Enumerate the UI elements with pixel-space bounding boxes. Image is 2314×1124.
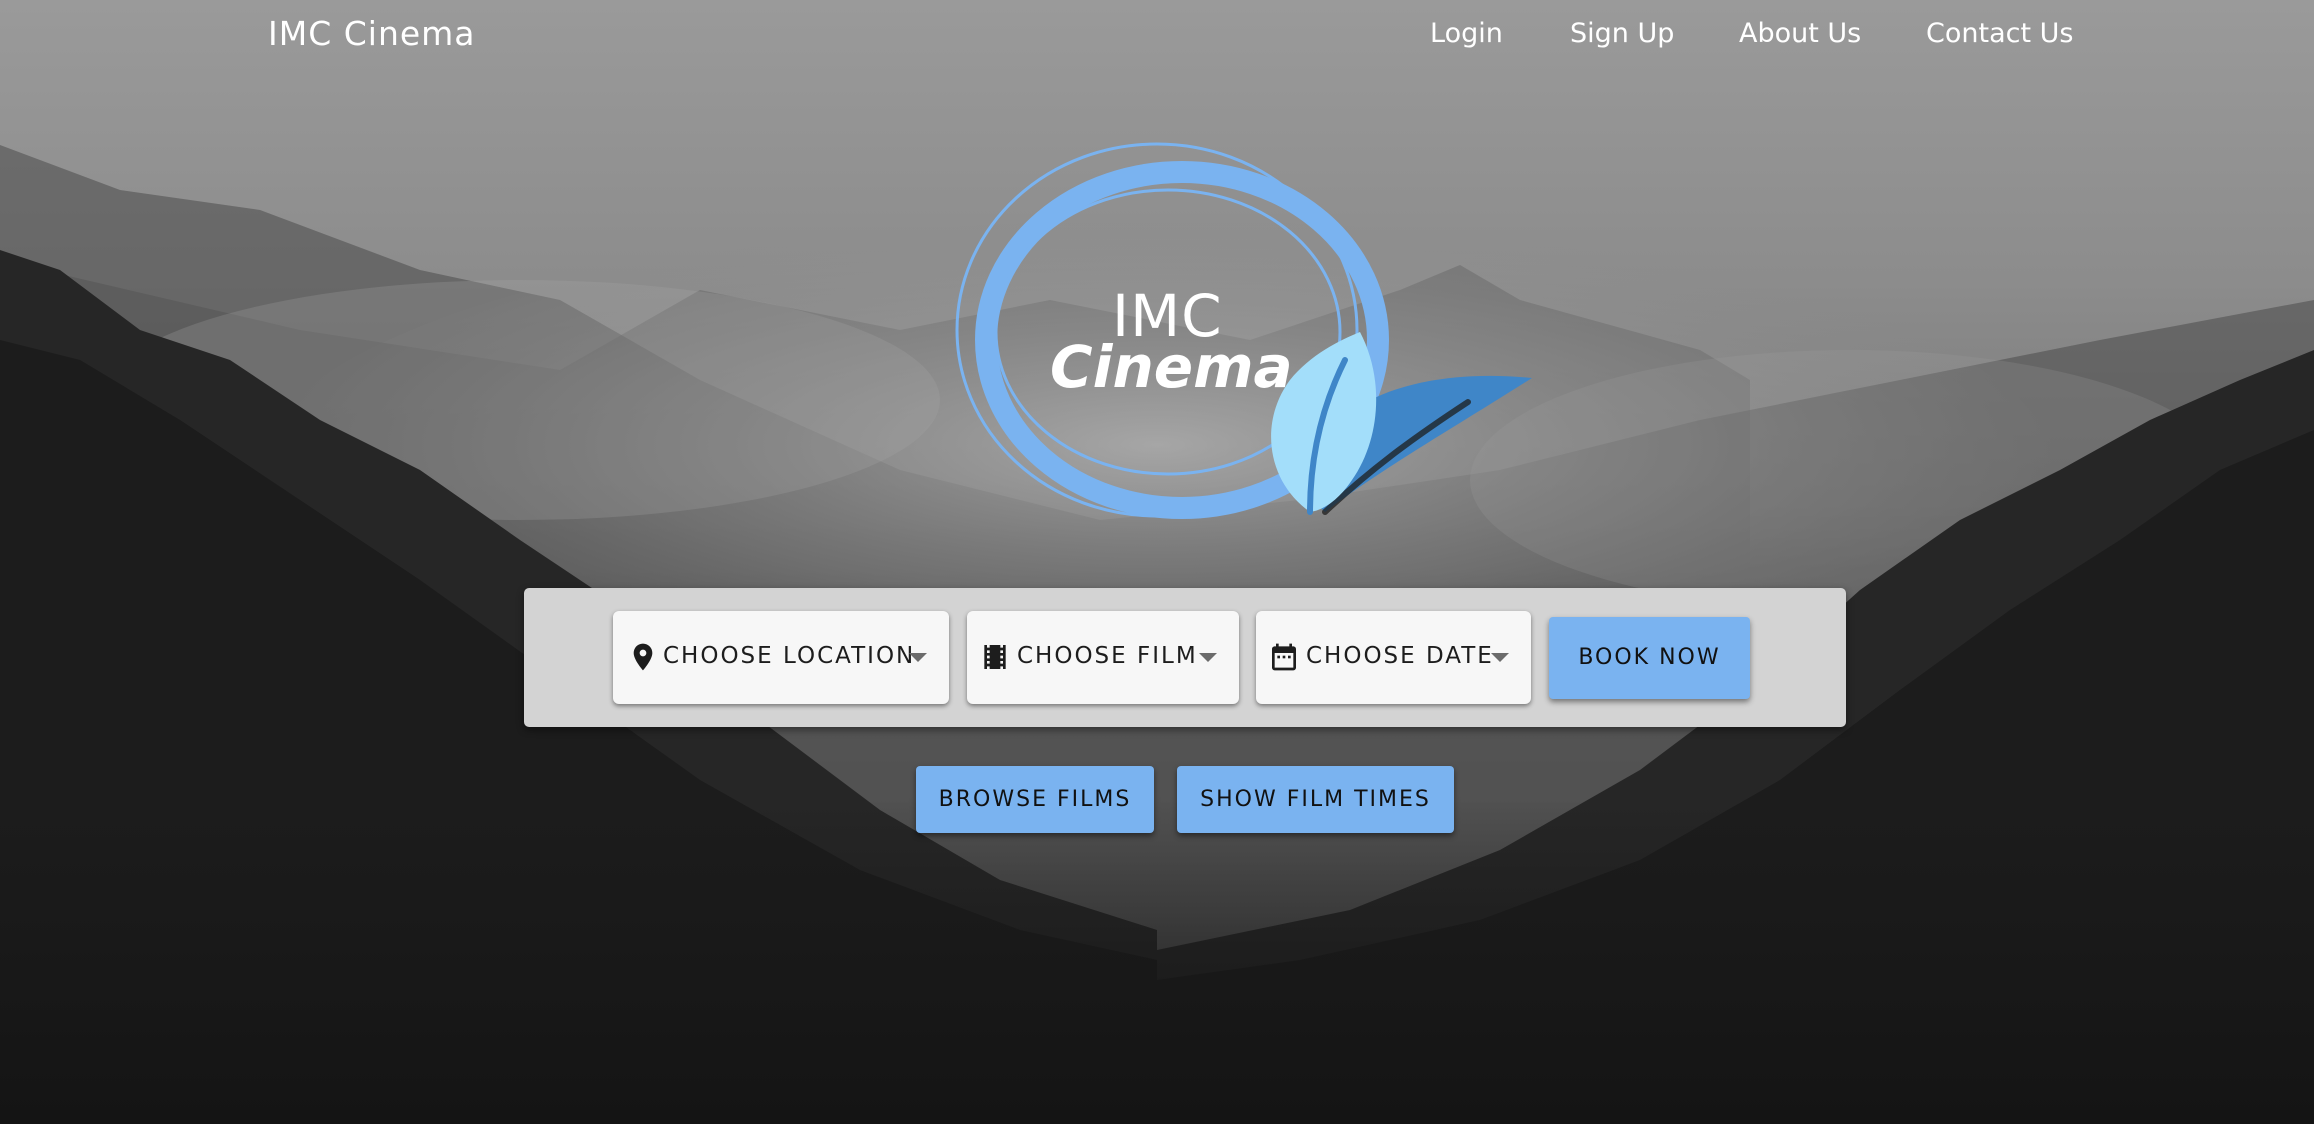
brand-link[interactable]: IMC Cinema (268, 14, 476, 53)
date-select-label: CHOOSE DATE (1306, 643, 1494, 669)
chevron-down-icon (1491, 653, 1509, 662)
film-strip-icon (984, 645, 1006, 669)
calendar-icon (1272, 643, 1296, 671)
chevron-down-icon (1199, 653, 1217, 662)
top-navbar: IMC Cinema Login Sign Up About Us Contac… (0, 0, 2314, 72)
location-pin-icon (633, 643, 653, 671)
browse-films-button[interactable]: BROWSE FILMS (916, 766, 1154, 833)
nav-contact-link[interactable]: Contact Us (1926, 18, 2073, 49)
logo-text-cinema: Cinema (1050, 333, 1293, 401)
nav-signup-link[interactable]: Sign Up (1570, 18, 1674, 49)
film-select[interactable]: CHOOSE FILM (967, 611, 1239, 704)
nav-about-link[interactable]: About Us (1739, 18, 1861, 49)
chevron-down-icon (909, 653, 927, 662)
book-now-button[interactable]: BOOK NOW (1549, 617, 1750, 699)
show-film-times-button[interactable]: SHOW FILM TIMES (1177, 766, 1454, 833)
nav-login-link[interactable]: Login (1430, 18, 1503, 49)
date-select[interactable]: CHOOSE DATE (1256, 611, 1531, 704)
landing-page: IMC Cinema Login Sign Up About Us Contac… (0, 0, 2314, 1124)
location-select[interactable]: CHOOSE LOCATION (613, 611, 949, 704)
film-select-label: CHOOSE FILM (1017, 643, 1198, 669)
location-select-label: CHOOSE LOCATION (663, 643, 916, 669)
